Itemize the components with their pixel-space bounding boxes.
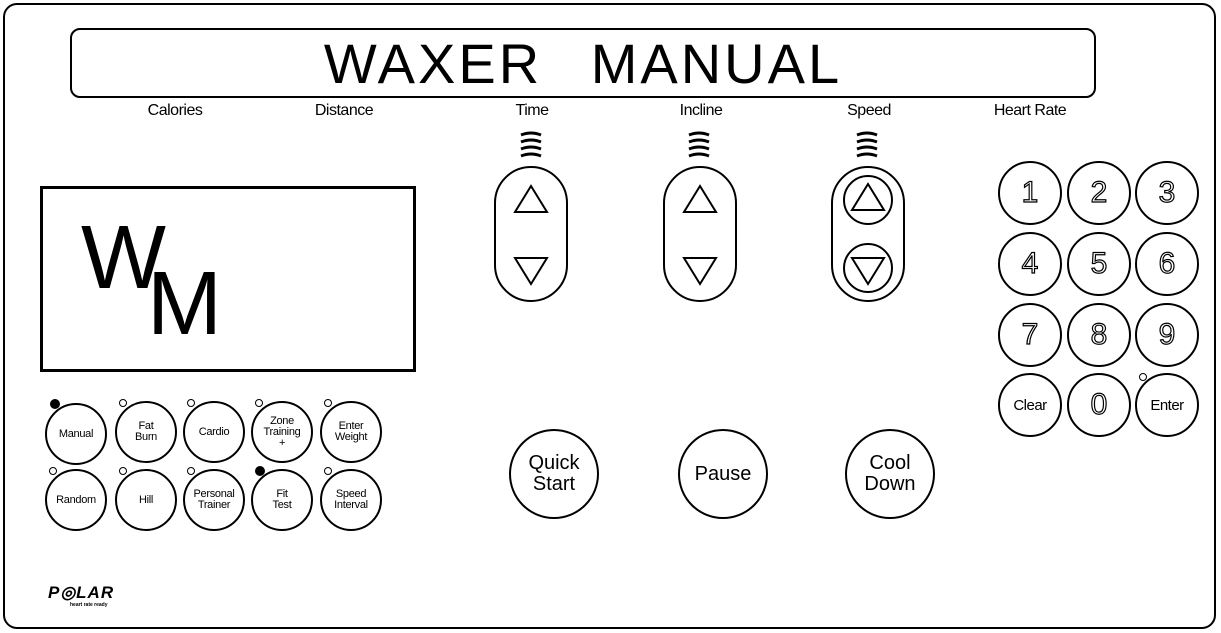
- heart-rate-label: Heart Rate: [993, 102, 1067, 119]
- led-fit-test-indicator: [255, 466, 265, 476]
- keypad-key-6-label: 6: [1158, 246, 1176, 280]
- title-text: WAXER MANUAL: [323, 31, 843, 95]
- keypad-clear-label: Clear: [1013, 396, 1047, 414]
- keypad-key-4[interactable]: 4: [998, 232, 1062, 296]
- led-cardio-indicator: [187, 399, 195, 407]
- cool-down-label: Cool Down: [864, 452, 916, 495]
- program-hill-button[interactable]: Hill: [115, 469, 177, 531]
- program-enter-weight-label: Enter Weight: [334, 420, 368, 443]
- program-enter-weight-button[interactable]: Enter Weight: [320, 401, 382, 463]
- program-fit-test-label: Fit Test: [272, 488, 292, 511]
- program-fat-burn-label: Fat Burn: [134, 420, 158, 443]
- led-enter-indicator: [1139, 373, 1147, 381]
- program-personal-trainer-button[interactable]: Personal Trainer: [183, 469, 245, 531]
- time-down-arrow-icon[interactable]: [511, 254, 551, 288]
- speed-up-arrow-icon[interactable]: [842, 174, 894, 226]
- quick-start-button[interactable]: Quick Start: [509, 429, 599, 519]
- time-label: Time: [515, 102, 549, 119]
- incline-down-arrow-icon[interactable]: [680, 254, 720, 288]
- incline-adjust-pill: [663, 166, 737, 302]
- keypad-enter-label: Enter: [1150, 396, 1184, 414]
- keypad-key-3[interactable]: 3: [1135, 161, 1199, 225]
- polar-brand-text: P◎LAR: [48, 583, 115, 602]
- keypad-key-1-label: 1: [1021, 175, 1039, 209]
- led-speed-interval-indicator: [324, 467, 332, 475]
- speed-label: Speed: [847, 102, 891, 119]
- incline-level-bars-icon: [686, 130, 712, 162]
- distance-label: Distance: [314, 102, 374, 119]
- program-manual-button[interactable]: Manual: [45, 403, 107, 465]
- title-display: WAXER MANUAL: [70, 28, 1096, 98]
- keypad-key-9-label: 9: [1158, 317, 1176, 351]
- program-zone-training-label: Zone Training +: [263, 414, 301, 449]
- logo-letter-m: M: [147, 254, 222, 354]
- pause-label: Pause: [694, 462, 752, 485]
- program-random-button[interactable]: Random: [45, 469, 107, 531]
- program-manual-label: Manual: [58, 427, 94, 440]
- polar-tagline: heart rate ready: [70, 602, 108, 608]
- keypad-key-8-label: 8: [1090, 317, 1108, 351]
- speed-down-arrow-icon[interactable]: [842, 242, 894, 294]
- speed-level-bars-icon: [854, 130, 880, 162]
- keypad-key-2-label: 2: [1090, 175, 1108, 209]
- polar-logo: P◎LAR heart rate ready: [48, 583, 115, 608]
- keypad-key-0[interactable]: 0: [1067, 373, 1131, 437]
- keypad-key-7-label: 7: [1021, 317, 1039, 351]
- program-speed-interval-label: Speed Interval: [334, 488, 368, 511]
- time-up-arrow-icon[interactable]: [511, 182, 551, 216]
- program-random-label: Random: [56, 493, 96, 506]
- led-manual-indicator: [50, 399, 60, 409]
- keypad-clear-button[interactable]: Clear: [998, 373, 1062, 437]
- time-level-bars-icon: [518, 130, 544, 162]
- led-hill-indicator: [119, 467, 127, 475]
- incline-up-arrow-icon[interactable]: [680, 182, 720, 216]
- keypad-key-3-label: 3: [1158, 175, 1176, 209]
- keypad-key-5[interactable]: 5: [1067, 232, 1131, 296]
- program-speed-interval-button[interactable]: Speed Interval: [320, 469, 382, 531]
- keypad-key-0-label: 0: [1090, 387, 1108, 421]
- program-hill-label: Hill: [138, 493, 154, 506]
- program-cardio-button[interactable]: Cardio: [183, 401, 245, 463]
- keypad-key-9[interactable]: 9: [1135, 303, 1199, 367]
- program-fat-burn-button[interactable]: Fat Burn: [115, 401, 177, 463]
- incline-label: Incline: [679, 102, 723, 119]
- led-enter-weight-indicator: [324, 399, 332, 407]
- cool-down-button[interactable]: Cool Down: [845, 429, 935, 519]
- keypad-key-7[interactable]: 7: [998, 303, 1062, 367]
- logo-display: W M: [40, 186, 416, 372]
- quick-start-label: Quick Start: [528, 452, 580, 495]
- program-personal-trainer-label: Personal Trainer: [193, 488, 235, 511]
- pause-button[interactable]: Pause: [678, 429, 768, 519]
- keypad-enter-button[interactable]: Enter: [1135, 373, 1199, 437]
- program-cardio-label: Cardio: [198, 425, 230, 438]
- speed-adjust-pill: [831, 166, 905, 302]
- keypad-key-1[interactable]: 1: [998, 161, 1062, 225]
- keypad-key-5-label: 5: [1090, 246, 1108, 280]
- led-fat-burn-indicator: [119, 399, 127, 407]
- keypad-key-2[interactable]: 2: [1067, 161, 1131, 225]
- keypad-key-6[interactable]: 6: [1135, 232, 1199, 296]
- time-adjust-pill: [494, 166, 568, 302]
- led-random-indicator: [49, 467, 57, 475]
- program-fit-test-button[interactable]: Fit Test: [251, 469, 313, 531]
- led-zone-training-indicator: [255, 399, 263, 407]
- program-zone-training-button[interactable]: Zone Training +: [251, 401, 313, 463]
- calories-label: Calories: [147, 102, 203, 119]
- keypad-key-4-label: 4: [1021, 246, 1039, 280]
- led-personal-trainer-indicator: [187, 467, 195, 475]
- keypad-key-8[interactable]: 8: [1067, 303, 1131, 367]
